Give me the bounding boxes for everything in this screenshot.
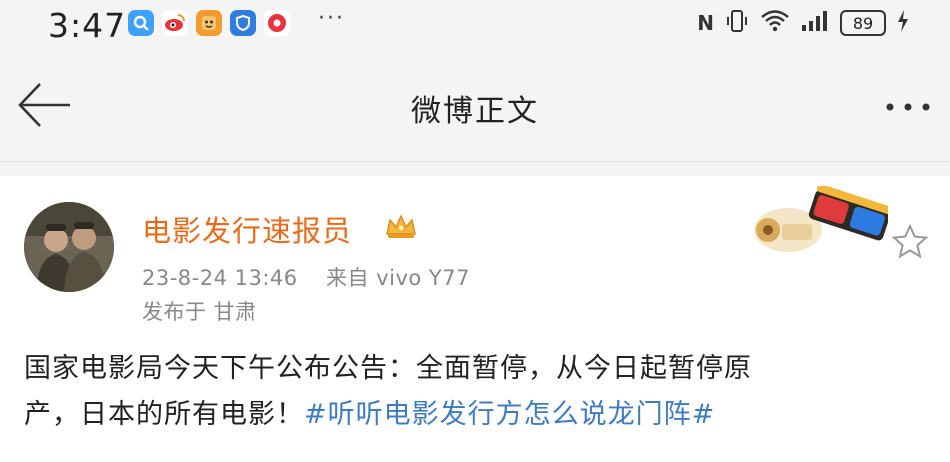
- page-title: 微博正文: [411, 94, 539, 129]
- wifi-icon: [760, 9, 790, 37]
- status-time: 3:47: [48, 6, 127, 45]
- status-bar: 3:47 ··· N 89: [0, 0, 950, 52]
- battery-indicator: 89: [840, 10, 886, 36]
- hashtag-link[interactable]: #听听电影发行方怎么说龙门阵#: [304, 399, 715, 430]
- post-body: 国家电影局今天下午公布公告：全面暂停，从今日起暂停原 产，日本的所有电影！#听听…: [24, 346, 924, 438]
- vip-crown-icon: [384, 212, 418, 244]
- post-time-source: 23-8-24 13:46 来自 vivo Y77: [142, 262, 470, 292]
- more-options-button[interactable]: [878, 92, 938, 122]
- search-app-icon: [128, 10, 154, 36]
- favorite-star-button[interactable]: [890, 222, 930, 266]
- signal-icon: [800, 9, 830, 37]
- post-body-line2: 产，日本的所有电影！: [24, 399, 304, 430]
- shield-app-icon: [230, 10, 256, 36]
- more-dots-icon: [886, 103, 930, 111]
- charging-icon: [896, 9, 910, 37]
- star-icon: [891, 223, 929, 259]
- author-name[interactable]: 电影发行速报员: [142, 208, 352, 250]
- post-source: 来自 vivo Y77: [326, 266, 470, 290]
- system-icons: N 89: [697, 8, 910, 38]
- more-notifications-icon: ···: [318, 6, 345, 31]
- post-card: 电影发行速报员 23-8-24 13:46 来自 vivo Y77 发布于 甘肃: [0, 176, 950, 462]
- notification-icons: [128, 10, 290, 36]
- post-body-line1: 国家电影局今天下午公布公告：全面暂停，从今日起暂停原: [24, 353, 752, 384]
- weibo-app-icon: [162, 10, 188, 36]
- weibo-app-icon-2: [264, 10, 290, 36]
- nfc-icon: N: [697, 11, 714, 35]
- title-bar: 微博正文: [0, 52, 950, 162]
- post-timestamp: 23-8-24 13:46: [142, 266, 298, 290]
- author-avatar[interactable]: [24, 202, 114, 292]
- tiger-app-icon: [196, 10, 222, 36]
- vibrate-icon: [724, 8, 750, 38]
- movie-glasses-badge-icon: [748, 184, 893, 260]
- post-location: 发布于 甘肃: [142, 300, 257, 324]
